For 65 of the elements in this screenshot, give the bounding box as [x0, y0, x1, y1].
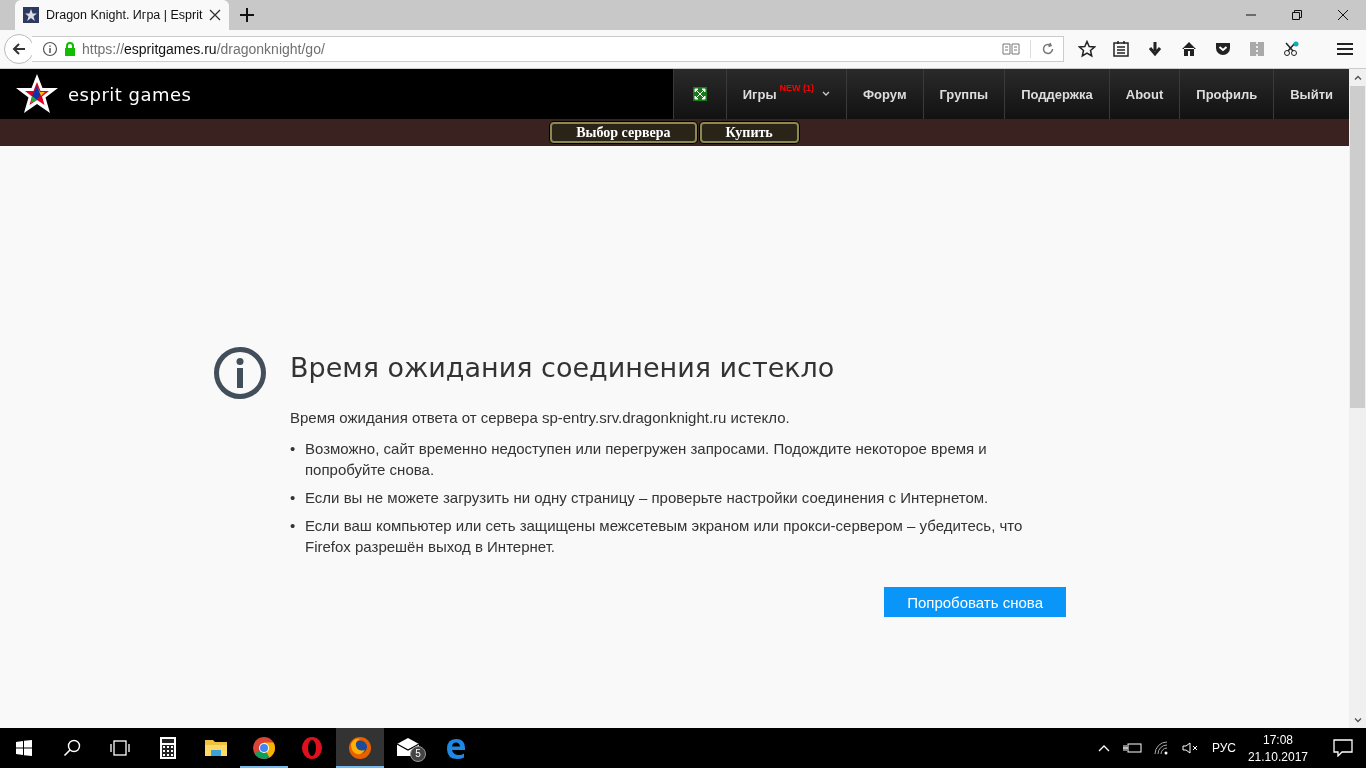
speech-bubble-icon [1333, 739, 1353, 757]
edge-icon [444, 736, 468, 760]
error-description: Время ожидания ответа от сервера sp-entry.srv.dragonknight.ru истекло. [290, 409, 791, 426]
error-tip: Если вы не можете загрузить ни одну страницу – проверьте настройки соединения с Интернетом. [305, 488, 990, 508]
error-title: Время ожидания соединения истекло [290, 352, 836, 383]
language-indicator[interactable]: РУС [1211, 741, 1236, 755]
tab-title: Dragon Knight. Игра | Esprit [46, 8, 203, 22]
nav-link[interactable]: Группы [922, 69, 1005, 119]
scrollbar-thumb[interactable] [1350, 86, 1365, 408]
bullet-mark: • [290, 439, 297, 459]
chrome-icon [252, 736, 276, 760]
battery-icon[interactable] [1121, 742, 1142, 754]
new-tab-icon[interactable] [239, 7, 256, 23]
firefox-icon [348, 736, 372, 760]
caret-icon [822, 91, 830, 97]
taskbar-app[interactable]: 5 [384, 728, 432, 768]
info-icon [213, 346, 267, 400]
taskbar-app[interactable] [336, 728, 384, 768]
nav-link[interactable]: Поддержка [1004, 69, 1109, 119]
opera-icon [300, 736, 324, 760]
menu-icon[interactable] [1336, 40, 1354, 58]
new-label: NEW (1) [779, 83, 814, 94]
star-logo-icon[interactable] [14, 72, 60, 116]
error-tip: Если ваш компьютер или сеть защищены межсетевым экраном или прокси-сервером – убедитесь, что Firefox разрешён выход в Интернет. [305, 516, 1024, 557]
nav-label: Игры [742, 86, 777, 102]
reload-icon[interactable] [1041, 42, 1055, 56]
lock-icon [64, 42, 76, 56]
fullscreen-icon [692, 87, 707, 101]
nav-link[interactable]: Выйти [1273, 69, 1349, 119]
info-icon[interactable] [42, 41, 58, 57]
back-button[interactable] [4, 34, 34, 64]
download-icon[interactable] [1146, 40, 1164, 58]
chevron-up-icon[interactable] [1097, 744, 1110, 752]
fullscreen-button[interactable] [672, 69, 726, 119]
logo-text[interactable]: esprit games [68, 83, 192, 105]
task-view-icon [110, 740, 130, 756]
nav-link[interactable]: About [1108, 69, 1180, 119]
scrollbar[interactable] [1349, 69, 1366, 728]
list-icon[interactable] [1112, 40, 1130, 58]
error-tip: Возможно, сайт временно недоступен или перегружен запросами. Подождите некоторое время и попробуйте снова. [305, 439, 988, 480]
muted-speaker-icon[interactable] [1181, 742, 1200, 754]
close-icon[interactable] [209, 9, 222, 21]
wifi-icon[interactable] [1153, 741, 1170, 755]
pocket-icon[interactable] [1214, 40, 1232, 58]
browser-tab[interactable]: Dragon Knight. Игра | Esprit [15, 0, 230, 30]
star-icon[interactable] [1078, 40, 1096, 58]
address-bar[interactable]: https://espritgames.ru/dragonknight/go/ [32, 36, 1064, 62]
nav-link[interactable]: Профиль [1179, 69, 1274, 119]
windows-icon [16, 740, 32, 756]
home-icon[interactable] [1180, 40, 1198, 58]
subnav-button[interactable]: Выбор сервера [550, 122, 697, 143]
clock-date[interactable]: 21.10.2017 [1247, 749, 1308, 764]
url-text: https://espritgames.ru/dragonknight/go/ [82, 41, 325, 57]
scissors-icon[interactable] [1282, 40, 1300, 58]
reader-view-icon[interactable] [1002, 42, 1020, 56]
subnav-button[interactable]: Купить [699, 122, 799, 143]
clock-time[interactable]: 17:08 [1262, 732, 1293, 747]
search-icon [63, 739, 81, 757]
games-menu[interactable]: Игры NEW (1) [725, 69, 846, 119]
bullet-mark: • [290, 488, 297, 508]
nav-link[interactable]: Форум [846, 69, 923, 119]
back-arrow-icon [11, 41, 27, 57]
count-badge: 5 [410, 746, 426, 762]
star-favicon [23, 7, 39, 23]
bullet-mark: • [290, 516, 297, 536]
